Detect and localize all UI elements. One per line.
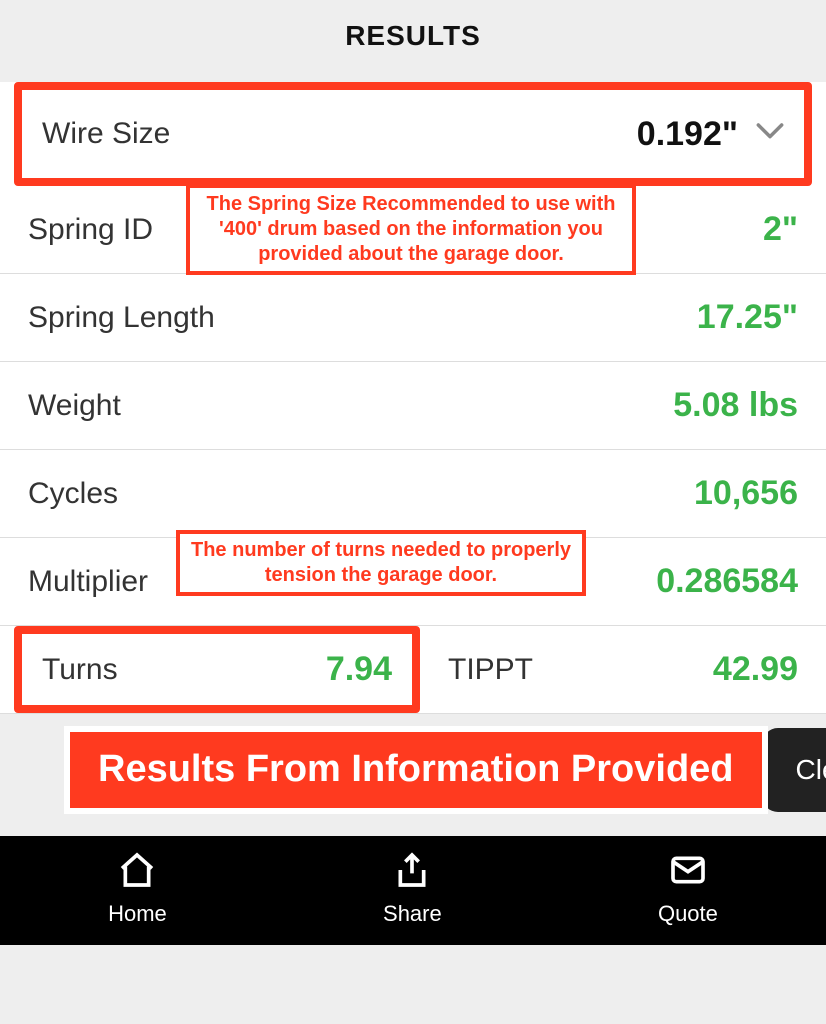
wire-size-row[interactable]: Wire Size 0.192" [22, 90, 804, 178]
turns-label: Turns [42, 653, 118, 687]
tippt-cell: TIPPT 42.99 [420, 626, 826, 713]
page-title: RESULTS [0, 20, 826, 52]
wire-size-label: Wire Size [42, 117, 170, 151]
wire-size-highlight: Wire Size 0.192" [14, 82, 812, 186]
callout-turns: The number of turns needed to properly t… [176, 530, 586, 596]
spring-id-label: Spring ID [28, 213, 153, 247]
cycles-label: Cycles [28, 477, 118, 511]
bottom-area: Results From Information Provided Clear [0, 714, 826, 836]
weight-label: Weight [28, 389, 121, 423]
turns-tippt-row: Turns 7.94 TIPPT 42.99 [0, 626, 826, 714]
multiplier-value: 0.286584 [656, 562, 798, 601]
wire-size-value: 0.192" [637, 115, 738, 154]
results-banner-text: Results From Information Provided [98, 748, 734, 790]
chevron-down-icon [756, 122, 784, 147]
results-table: Wire Size 0.192" Spring ID 2" Spring Len… [0, 82, 826, 714]
spring-length-row: Spring Length 17.25" [0, 274, 826, 362]
turns-highlight: Turns 7.94 [14, 626, 420, 713]
tab-quote-label: Quote [658, 901, 718, 927]
spring-id-value: 2" [763, 210, 798, 249]
cycles-row: Cycles 10,656 [0, 450, 826, 538]
results-header: RESULTS [0, 0, 826, 82]
mail-icon [668, 850, 708, 895]
callout-spring-size: The Spring Size Recommended to use with … [186, 184, 636, 275]
weight-value: 5.08 lbs [673, 386, 798, 425]
home-icon [117, 850, 157, 895]
tab-quote[interactable]: Quote [658, 850, 718, 927]
results-banner: Results From Information Provided [70, 732, 762, 808]
multiplier-label: Multiplier [28, 565, 148, 599]
spring-length-value: 17.25" [697, 298, 798, 337]
share-icon [392, 850, 432, 895]
tab-bar: Home Share Quote [0, 836, 826, 945]
tippt-label: TIPPT [448, 653, 533, 687]
tab-share[interactable]: Share [383, 850, 442, 927]
spring-length-label: Spring Length [28, 301, 215, 335]
tab-home-label: Home [108, 901, 167, 927]
tab-home[interactable]: Home [108, 850, 167, 927]
turns-value: 7.94 [326, 650, 392, 689]
clear-button[interactable]: Clear [762, 728, 826, 812]
weight-row: Weight 5.08 lbs [0, 362, 826, 450]
tippt-value: 42.99 [713, 650, 798, 689]
tab-share-label: Share [383, 901, 442, 927]
cycles-value: 10,656 [694, 474, 798, 513]
